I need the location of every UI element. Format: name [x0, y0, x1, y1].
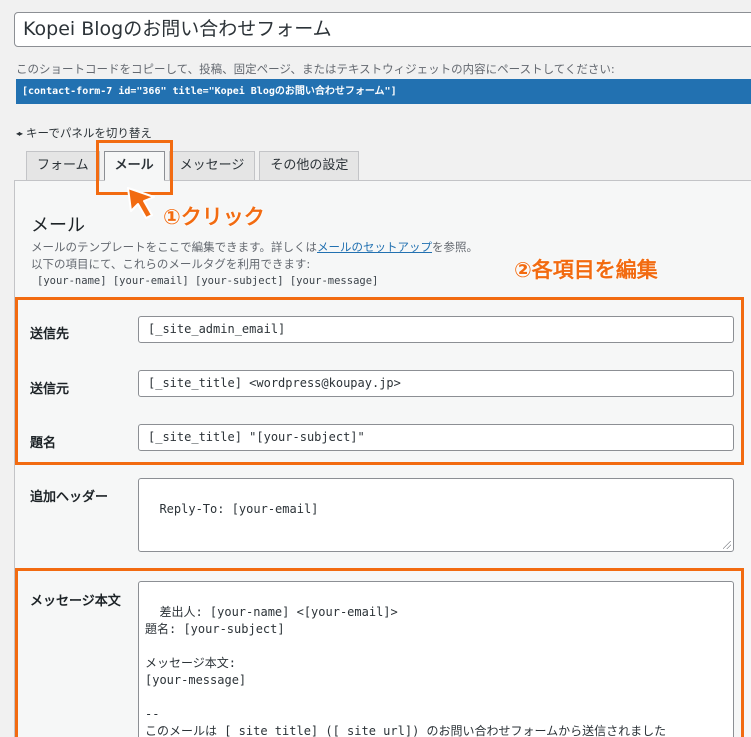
mail-setup-link[interactable]: メールのセットアップ [317, 240, 432, 254]
body-highlight-box [15, 568, 744, 737]
shortcode-hint: このショートコードをコピーして、投稿、固定ページ、またはテキストウィジェットの内… [16, 62, 615, 76]
mail-heading: メール [31, 215, 85, 236]
mail-description: メールのテンプレートをここで編集できます。詳しくはメールのセットアップを参照。 … [31, 239, 478, 273]
arrow-pointer-icon [127, 187, 155, 219]
keyboard-hint: ◂▸ キーでパネルを切り替え [16, 125, 152, 141]
mail-desc-text: メールのテンプレートをここで編集できます。詳しくは [31, 240, 318, 254]
additional-headers-value: Reply-To: [your-email] [159, 502, 319, 516]
tab-messages[interactable]: メッセージ [168, 151, 256, 180]
keyboard-arrows-icon: ◂▸ [16, 128, 23, 138]
mail-tag-list: [your-name] [your-email] [your-subject] … [37, 275, 379, 287]
annotation-edit: ②各項目を編集 [514, 258, 658, 282]
annotation-click: ①クリック [163, 205, 265, 229]
fields-highlight-box [15, 297, 744, 465]
mail-desc-suffix: を参照。 [432, 240, 479, 254]
keyboard-hint-text: キーでパネルを切り替え [26, 126, 152, 140]
shortcode-box[interactable]: [contact-form-7 id="366" title="Kopei Bl… [16, 79, 751, 104]
tab-bar: フォーム メール メッセージ その他の設定 [26, 151, 360, 181]
tab-additional-settings[interactable]: その他の設定 [259, 151, 360, 180]
additional-headers-textarea[interactable]: Reply-To: [your-email] [138, 478, 734, 552]
form-title-input[interactable]: Kopei Blogのお問い合わせフォーム [14, 12, 751, 47]
additional-headers-label: 追加ヘッダー [30, 490, 109, 505]
resize-grip-icon[interactable] [723, 541, 731, 549]
mail-desc-line2: 以下の項目にて、これらのメールタグを利用できます: [31, 257, 311, 271]
tab-form[interactable]: フォーム [26, 151, 100, 180]
